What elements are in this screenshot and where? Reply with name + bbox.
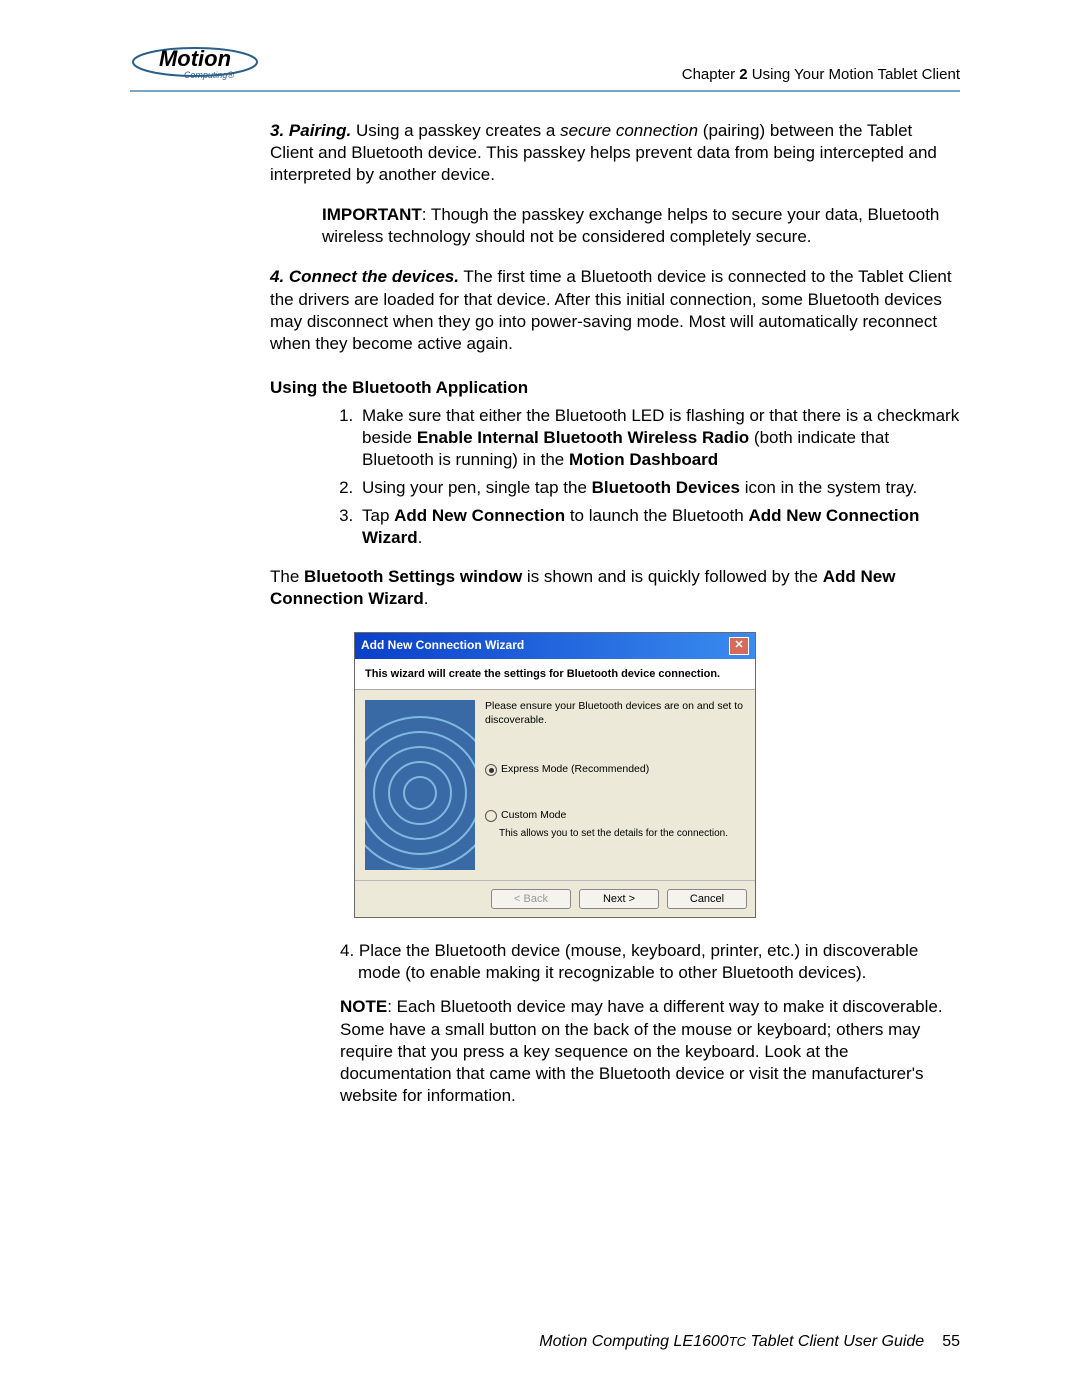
radio-custom[interactable]: Custom Mode	[485, 809, 745, 823]
step-2: Using your pen, single tap the Bluetooth…	[358, 477, 960, 499]
after-steps-text: The Bluetooth Settings window is shown a…	[270, 566, 960, 610]
important-note: IMPORTANT: Though the passkey exchange h…	[322, 204, 960, 248]
wizard-art	[365, 700, 475, 870]
wizard-titlebar: Add New Connection Wizard ✕	[355, 633, 755, 659]
page-header: Motion Computing® Chapter 2 Using Your M…	[130, 40, 960, 92]
wizard-subhead: This wizard will create the settings for…	[355, 659, 755, 690]
step4-note: NOTE: Each Bluetooth device may have a d…	[340, 996, 960, 1106]
wizard-footer: < Back Next > Cancel	[355, 880, 755, 917]
wizard-title: Add New Connection Wizard	[361, 638, 524, 654]
wizard-dialog: Add New Connection Wizard ✕ This wizard …	[354, 632, 756, 919]
cancel-button[interactable]: Cancel	[667, 889, 747, 909]
motion-logo: Motion Computing®	[130, 40, 260, 84]
radio-express[interactable]: Express Mode (Recommended)	[485, 763, 745, 777]
step-1: Make sure that either the Bluetooth LED …	[358, 405, 960, 471]
chapter-label: Chapter 2 Using Your Motion Tablet Clien…	[682, 65, 960, 85]
radio-icon	[485, 810, 497, 822]
svg-text:Motion: Motion	[159, 46, 231, 71]
step-4: 4. Place the Bluetooth device (mouse, ke…	[322, 940, 960, 984]
back-button: < Back	[491, 889, 571, 909]
radio-icon	[485, 764, 497, 776]
page-footer: Motion Computing LE1600TC Tablet Client …	[539, 1332, 960, 1353]
custom-note: This allows you to set the details for t…	[499, 827, 745, 840]
wizard-instruction: Please ensure your Bluetooth devices are…	[485, 700, 745, 727]
section-4-connect: 4. Connect the devices. The first time a…	[270, 266, 960, 354]
steps-list: Make sure that either the Bluetooth LED …	[270, 405, 960, 550]
svg-text:Computing®: Computing®	[184, 70, 235, 80]
close-icon[interactable]: ✕	[729, 637, 749, 655]
step-3: Tap Add New Connection to launch the Blu…	[358, 505, 960, 549]
section-3-pairing: 3. Pairing. Using a passkey creates a se…	[270, 120, 960, 186]
page-content: 3. Pairing. Using a passkey creates a se…	[270, 120, 960, 1107]
section-heading: Using the Bluetooth Application	[270, 377, 960, 399]
next-button[interactable]: Next >	[579, 889, 659, 909]
